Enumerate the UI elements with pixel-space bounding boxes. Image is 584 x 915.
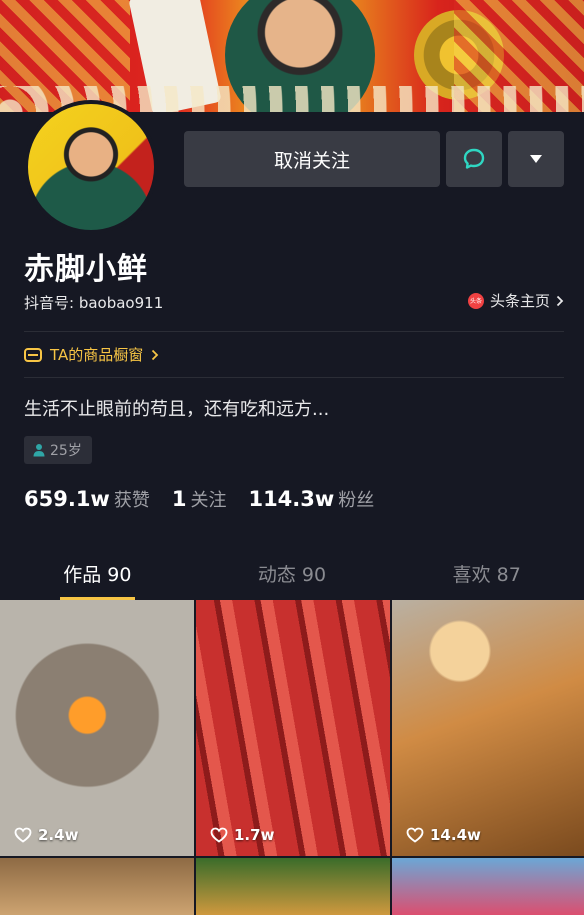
video-likes: 1.7w (210, 826, 274, 844)
video-thumbnail[interactable] (392, 858, 584, 915)
video-likes-count: 1.7w (234, 826, 275, 844)
toutiao-icon: 头条 (467, 292, 484, 309)
shop-window-link[interactable]: TA的商品橱窗 (24, 344, 159, 365)
tab-works[interactable]: 作品 90 (0, 548, 195, 600)
divider (24, 331, 564, 332)
following-label: 关注 (190, 490, 227, 511)
tab-liked[interactable]: 喜欢 87 (389, 548, 584, 600)
profile-bio: 生活不止眼前的苟且，还有吃和远方... (24, 399, 330, 420)
tab-posts[interactable]: 动态 90 (195, 548, 390, 600)
video-thumbnail[interactable]: 1.7w (196, 600, 390, 856)
douyin-id: 抖音号: baobao911 (24, 294, 164, 312)
video-grid: 2.4w 1.7w 14.4w (0, 600, 584, 915)
heart-outline-icon (406, 827, 424, 843)
video-thumbnail[interactable] (196, 858, 390, 915)
heart-outline-icon (210, 827, 228, 843)
toutiao-homepage-link[interactable]: 头条 头条主页 (467, 290, 564, 311)
profile-nickname: 赤脚小鲜 (24, 252, 148, 287)
profile-banner (0, 0, 584, 112)
profile-tabs: 作品 90 动态 90 喜欢 87 (0, 548, 584, 600)
followers-count: 114.3w (248, 487, 335, 511)
toutiao-link-label: 头条主页 (489, 292, 550, 310)
divider (24, 377, 564, 378)
heart-outline-icon (14, 827, 32, 843)
unfollow-button[interactable]: 取消关注 (184, 131, 440, 187)
video-likes-count: 14.4w (430, 826, 481, 844)
following-stat[interactable]: 1 关注 (172, 486, 227, 512)
video-likes-count: 2.4w (38, 826, 79, 844)
likes-stat: 659.1w 获赞 (24, 486, 150, 512)
person-icon (33, 444, 45, 457)
shop-window-icon (24, 347, 42, 362)
avatar[interactable] (24, 100, 158, 234)
video-thumbnail[interactable]: 2.4w (0, 600, 194, 856)
video-thumbnail[interactable]: 14.4w (392, 600, 584, 856)
message-button[interactable] (446, 131, 502, 187)
triangle-down-icon (530, 155, 542, 163)
more-options-button[interactable] (508, 131, 564, 187)
chat-bubble-icon (463, 148, 485, 169)
likes-count: 659.1w (24, 487, 110, 511)
video-thumbnail[interactable] (0, 858, 194, 915)
following-count: 1 (171, 487, 187, 511)
age-tag: 25岁 (24, 436, 92, 464)
followers-stat[interactable]: 114.3w 粉丝 (248, 486, 374, 512)
profile-stats: 659.1w 获赞 1 关注 114.3w 粉丝 (24, 486, 396, 512)
likes-label: 获赞 (113, 490, 150, 511)
video-likes: 14.4w (406, 826, 481, 844)
video-likes: 2.4w (14, 826, 78, 844)
shop-window-label: TA的商品橱窗 (50, 346, 144, 364)
chevron-right-icon (152, 349, 159, 360)
followers-label: 粉丝 (338, 490, 375, 511)
age-label: 25岁 (50, 443, 82, 459)
chevron-right-icon (556, 295, 564, 306)
